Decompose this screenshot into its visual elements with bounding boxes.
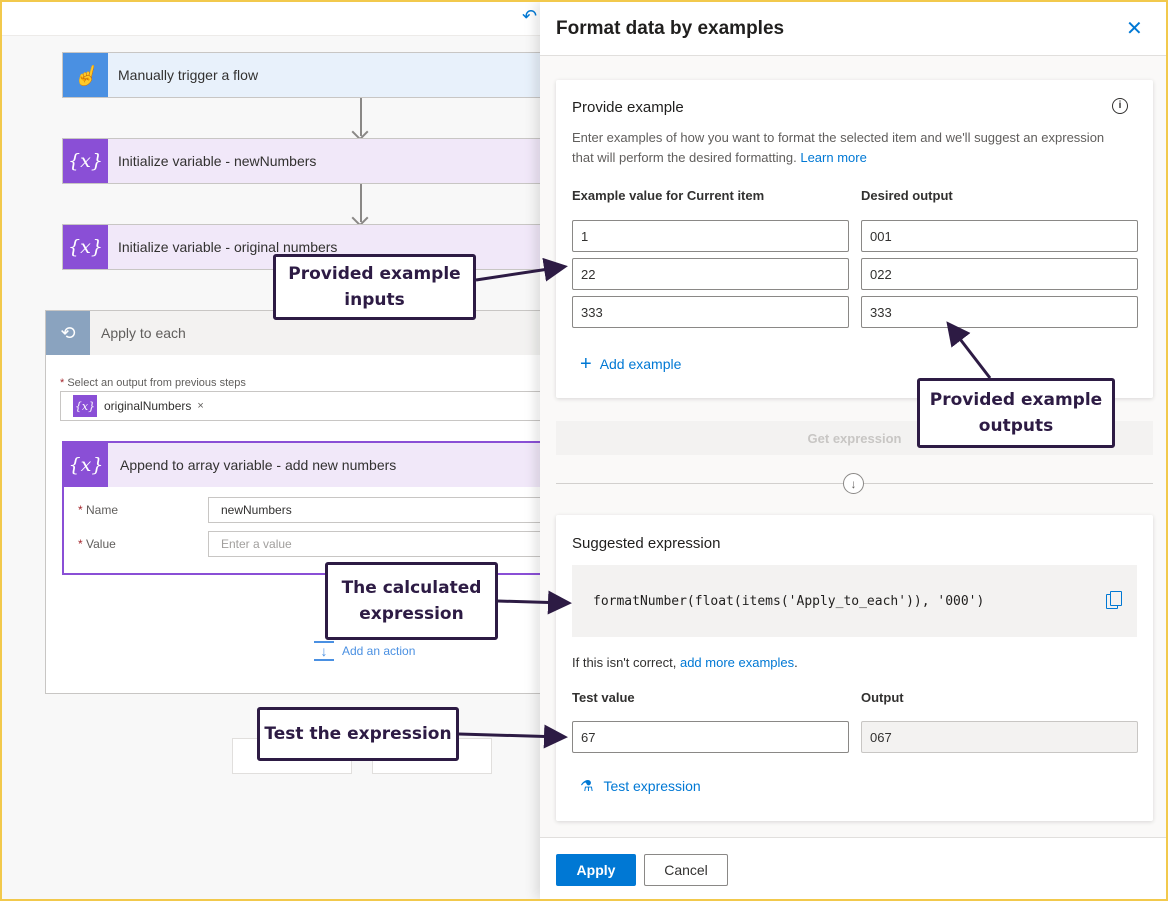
init-newnumbers-card[interactable]: {x} Initialize variable - newNumbers	[62, 138, 540, 184]
append-to-array-card[interactable]: {x} Append to array variable - add new n…	[62, 441, 540, 575]
append-header[interactable]: {x} Append to array variable - add new n…	[64, 443, 540, 487]
learn-more-link[interactable]: Learn more	[800, 150, 866, 165]
expression-code-box: formatNumber(float(items('Apply_to_each'…	[572, 565, 1137, 637]
add-more-examples-link[interactable]: add more examples	[680, 655, 794, 670]
variable-icon: {x}	[73, 395, 97, 417]
token-label: originalNumbers	[104, 399, 192, 413]
add-example-button[interactable]: + Add example	[580, 354, 681, 374]
connector-arrow	[360, 98, 362, 136]
arrow-down-circle-icon: ↓	[843, 473, 864, 494]
test-expression-button[interactable]: ⚗ Test expression	[580, 777, 701, 795]
apply-to-each-title: Apply to each	[101, 325, 186, 341]
undo-icon[interactable]: ↶	[522, 6, 537, 27]
desired-output-1[interactable]: 001	[861, 220, 1138, 252]
dynamic-content-token: {x} originalNumbers ×	[73, 395, 204, 417]
variable-icon: {x}	[63, 139, 108, 183]
panel-footer: Apply Cancel	[540, 837, 1166, 899]
name-field[interactable]: newNumbers	[208, 497, 540, 523]
apply-button[interactable]: Apply	[556, 854, 636, 886]
add-more-hint: If this isn't correct, add more examples…	[572, 655, 798, 670]
provide-example-title: Provide example	[572, 99, 684, 116]
variable-icon: {x}	[63, 225, 108, 269]
info-icon[interactable]: i	[1112, 98, 1128, 114]
connector-arrow	[360, 184, 362, 222]
remove-token-icon[interactable]: ×	[197, 400, 203, 412]
cancel-button[interactable]: Cancel	[644, 854, 728, 886]
output-label: Output	[861, 690, 904, 705]
test-value-label: Test value	[572, 690, 635, 705]
callout-outputs: Provided example outputs	[917, 378, 1115, 448]
hand-touch-icon: ☝	[63, 53, 108, 97]
close-icon[interactable]: ✕	[1126, 16, 1143, 41]
test-expression-label: Test expression	[603, 778, 701, 794]
example-input-1[interactable]: 1	[572, 220, 849, 252]
example-input-header: Example value for Current item	[572, 188, 765, 203]
flask-icon: ⚗	[580, 778, 594, 795]
append-title: Append to array variable - add new numbe…	[120, 457, 397, 473]
value-label: * Value	[78, 537, 116, 551]
value-field[interactable]: Enter a value	[208, 531, 540, 557]
provide-example-section: Provide example i Enter examples of how …	[556, 80, 1153, 398]
format-data-panel: Format data by examples ✕ Provide exampl…	[540, 2, 1166, 899]
add-example-label: Add example	[599, 356, 682, 372]
flow-canvas: ↶ ☝ Manually trigger a flow {x} Initiali…	[2, 2, 540, 899]
panel-header: Format data by examples ✕	[540, 2, 1166, 56]
example-input-2[interactable]: 22	[572, 258, 849, 290]
copy-icon[interactable]	[1106, 591, 1122, 609]
desired-output-header: Desired output	[861, 188, 953, 203]
desired-output-2[interactable]: 022	[861, 258, 1138, 290]
suggested-expression-title: Suggested expression	[572, 535, 721, 552]
callout-expression: The calculated expression	[325, 562, 498, 640]
trigger-step-title: Manually trigger a flow	[108, 53, 540, 97]
variable-icon: {x}	[64, 443, 108, 487]
output-field: 067	[861, 721, 1138, 753]
add-action-label: Add an action	[342, 644, 416, 658]
select-output-label: * Select an output from previous steps	[60, 377, 246, 389]
name-label: * Name	[78, 503, 119, 517]
expression-text: formatNumber(float(items('Apply_to_each'…	[593, 593, 985, 609]
canvas-toolbar: ↶	[2, 2, 540, 36]
callout-test: Test the expression	[257, 707, 459, 761]
panel-title: Format data by examples	[556, 18, 785, 39]
example-input-3[interactable]: 333	[572, 296, 849, 328]
select-output-field[interactable]: {x} originalNumbers ×	[60, 391, 540, 421]
add-action-button[interactable]: ↓ Add an action	[314, 641, 415, 661]
suggested-expression-section: Suggested expression formatNumber(float(…	[556, 515, 1153, 821]
desired-output-3[interactable]: 333	[861, 296, 1138, 328]
provide-example-description: Enter examples of how you want to format…	[572, 130, 1105, 165]
plus-icon: +	[580, 353, 592, 375]
init-newnumbers-title: Initialize variable - newNumbers	[108, 139, 540, 183]
trigger-step-card[interactable]: ☝ Manually trigger a flow	[62, 52, 540, 98]
test-value-field[interactable]: 67	[572, 721, 849, 753]
loop-icon: ⟲	[46, 311, 90, 355]
add-action-icon: ↓	[314, 641, 334, 661]
callout-inputs: Provided example inputs	[273, 254, 476, 320]
